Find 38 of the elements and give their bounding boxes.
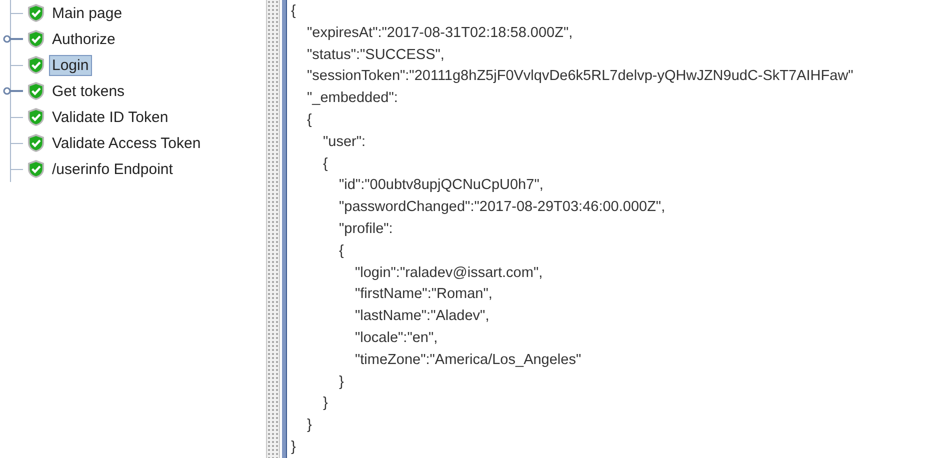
json-line: "sessionToken":"20111g8hZ5jF0VvlqvDe6k5RL7delvp-yQHwJZN9udC-SkT7AIHFaw" — [306, 67, 854, 86]
tree-expander-icon[interactable] — [3, 87, 23, 95]
shield-check-icon — [26, 55, 46, 75]
json-line: "profile": — [338, 220, 394, 239]
shield-check-icon — [26, 29, 46, 49]
shield-check-icon — [26, 133, 46, 153]
tree-item[interactable]: Validate ID Token — [49, 106, 172, 128]
json-line: } — [306, 416, 313, 436]
json-line: "user": — [322, 132, 367, 152]
shield-check-icon — [26, 159, 46, 179]
splitter-handle[interactable] — [266, 0, 280, 458]
tree-item[interactable]: /userinfo Endpoint — [49, 158, 176, 180]
json-line: "firstName":"Roman", — [354, 285, 494, 304]
shield-check-icon — [26, 3, 46, 23]
json-line: "expiresAt":"2017-08-31T02:18:58.000Z", — [306, 24, 574, 43]
json-line: "login":"raladev@issart.com", — [354, 264, 544, 283]
json-line: } — [291, 438, 297, 457]
json-line: { — [338, 242, 345, 261]
json-line: "locale":"en", — [354, 328, 439, 348]
tree-item[interactable]: Validate Access Token — [49, 132, 204, 154]
json-line: "id":"00ubtv8upjQCNuCpU0h7", — [338, 176, 544, 196]
json-line: } — [338, 372, 345, 392]
json-line: "timeZone":"America/Los_Angeles" — [354, 350, 582, 370]
tree-item[interactable]: Authorize — [49, 28, 118, 50]
tree-item[interactable]: Main page — [49, 2, 126, 24]
json-line: { — [291, 2, 297, 21]
json-line: { — [306, 110, 313, 130]
json-line: { — [322, 154, 329, 174]
tree-item[interactable]: Login — [49, 54, 92, 76]
tree-item[interactable]: Get tokens — [49, 80, 128, 102]
json-line: "lastName":"Aladev", — [354, 307, 490, 326]
json-line: "_embedded": — [306, 89, 399, 108]
shield-check-icon — [26, 107, 46, 127]
json-line: "status":"SUCCESS", — [306, 46, 446, 65]
json-line: "passwordChanged":"2017-08-29T03:46:00.000Z", — [338, 198, 666, 218]
json-line: } — [322, 394, 329, 414]
shield-check-icon — [26, 81, 46, 101]
tree-expander-icon[interactable] — [3, 35, 23, 43]
